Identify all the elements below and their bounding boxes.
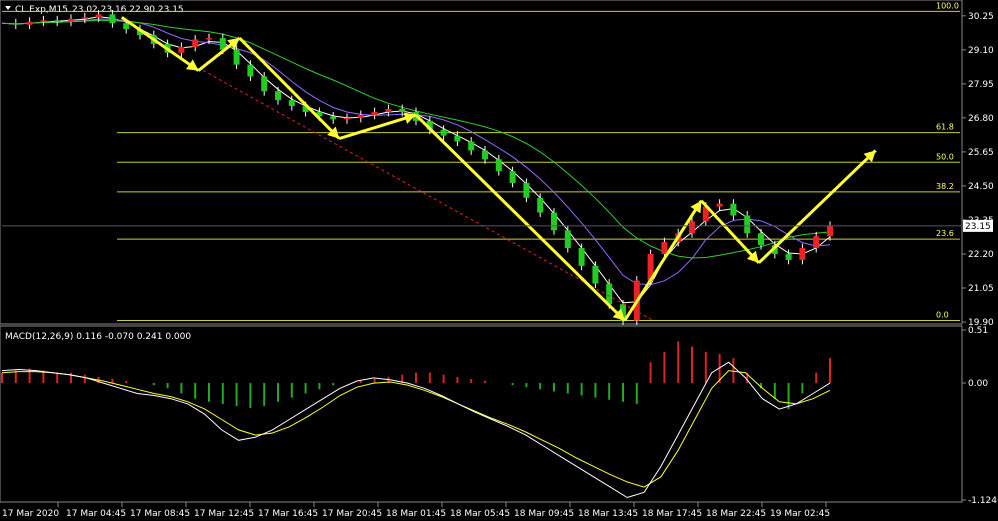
candle-body xyxy=(399,109,406,112)
candle-body xyxy=(730,203,737,216)
price-tick-label: 22.20 xyxy=(968,250,994,260)
candle-body xyxy=(689,221,695,234)
time-tick-label: 18 Mar 13:45 xyxy=(578,509,638,519)
symbol-label: CL.Exp,M15 xyxy=(15,5,68,15)
candle-body xyxy=(275,91,281,101)
candle-body xyxy=(785,253,792,260)
candle-body xyxy=(40,20,47,22)
candle-body xyxy=(578,248,585,266)
price-tick-label: 27.95 xyxy=(968,80,994,90)
candle-body xyxy=(564,230,571,249)
time-tick-label: 19 Mar 02:45 xyxy=(770,509,830,519)
fib-label: 100.0 xyxy=(936,1,959,10)
candle-body xyxy=(716,203,723,207)
candle-body xyxy=(551,212,557,231)
candle-body xyxy=(192,39,199,47)
candle-body xyxy=(537,197,544,213)
ohlc-readout: 23.02 23.16 22.90 23.15 xyxy=(72,5,184,15)
candle-body xyxy=(344,117,350,120)
candle-body xyxy=(68,18,74,22)
time-tick-label: 18 Mar 22:45 xyxy=(706,509,766,519)
fib-label: 61.8 xyxy=(936,123,954,132)
candle-body xyxy=(12,23,19,25)
candle-body xyxy=(330,116,337,120)
candle-body xyxy=(385,109,392,112)
fib-label: 0.0 xyxy=(936,311,949,320)
candle-body xyxy=(454,135,461,142)
candle-body xyxy=(123,23,130,30)
macd-tick-label: -1.124 xyxy=(968,496,997,506)
macd-label: MACD(12,26,9) 0.116 -0.070 0.241 0.000 xyxy=(5,332,191,342)
time-axis: 17 Mar 2020 17 Mar 04:45 17 Mar 08:45 17 Ma… xyxy=(2,502,830,519)
candle-body xyxy=(758,233,764,246)
candle-body xyxy=(95,14,102,18)
price-tick-label: 26.80 xyxy=(968,114,994,124)
macd-tick-label: 0.00 xyxy=(968,379,988,389)
candle-body xyxy=(206,38,212,40)
candle-body xyxy=(109,14,116,24)
candle-body xyxy=(495,159,502,172)
current-price-label: 23.15 xyxy=(965,222,991,232)
candle-body xyxy=(509,171,516,183)
candle-body xyxy=(592,265,599,284)
candle-body xyxy=(827,225,833,237)
time-tick-label: 17 Mar 12:45 xyxy=(194,509,254,519)
time-tick-label: 17 Mar 04:45 xyxy=(66,509,126,519)
time-tick-label: 17 Mar 2020 xyxy=(2,509,59,519)
fib-label: 38.2 xyxy=(936,182,954,191)
candle-body xyxy=(744,215,751,234)
time-tick-label: 17 Mar 20:45 xyxy=(322,509,382,519)
candle-body xyxy=(26,21,33,25)
candle-body xyxy=(523,182,530,198)
candle-body xyxy=(371,111,378,115)
candle-body xyxy=(357,114,364,118)
candle-body xyxy=(468,141,475,151)
time-tick-label: 18 Mar 09:45 xyxy=(514,509,574,519)
candle-body xyxy=(799,248,806,260)
time-tick-label: 18 Mar 05:45 xyxy=(450,509,510,519)
candle-body xyxy=(288,100,295,107)
candle-body xyxy=(482,150,488,160)
price-tick-label: 24.50 xyxy=(968,182,994,192)
candle-body xyxy=(261,76,268,92)
time-tick-label: 17 Mar 08:45 xyxy=(130,509,190,519)
candle-body xyxy=(54,20,61,22)
candle-body xyxy=(233,49,240,65)
macd-tick-label: 0.51 xyxy=(968,326,988,336)
time-tick-label: 18 Mar 01:45 xyxy=(386,509,446,519)
price-tick-label: 30.25 xyxy=(968,12,994,22)
candle-body xyxy=(81,17,88,19)
fib-label: 23.6 xyxy=(936,229,954,238)
candle-body xyxy=(813,236,820,249)
price-tick-label: 25.65 xyxy=(968,148,994,158)
price-tick-label: 29.10 xyxy=(968,46,994,56)
price-tick-label: 21.05 xyxy=(968,284,994,294)
candle-body xyxy=(247,64,254,77)
candle-body xyxy=(440,129,447,136)
time-tick-label: 18 Mar 17:45 xyxy=(642,509,702,519)
fib-label: 50.0 xyxy=(936,152,954,161)
candle-body xyxy=(661,242,668,254)
time-tick-label: 17 Mar 16:45 xyxy=(258,509,318,519)
chart-canvas[interactable]: CL.Exp,M15 23.02 23.16 22.90 23.15 MACD(… xyxy=(0,0,998,521)
candle-body xyxy=(178,46,185,53)
